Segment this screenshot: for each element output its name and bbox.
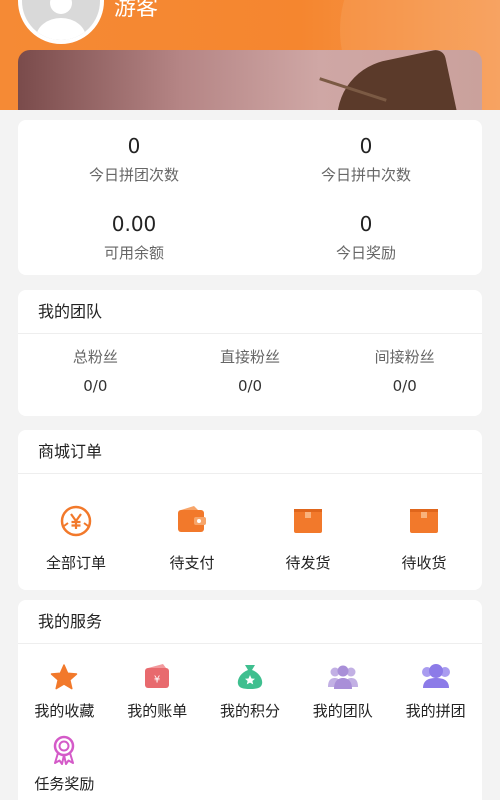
stat-balance[interactable]: 0.00 可用余额 bbox=[18, 212, 250, 263]
team-col-value: 0/0 bbox=[392, 377, 417, 395]
service-bills-button[interactable]: ¥ 我的账单 bbox=[111, 662, 204, 721]
username: 游客 bbox=[114, 0, 159, 21]
stats-card: 0 今日拼团次数 0 今日拼中次数 0.00 可用余额 0 今日奖励 bbox=[18, 120, 482, 275]
stat-label: 今日拼团次数 bbox=[88, 166, 179, 184]
box-icon bbox=[294, 509, 322, 533]
service-label: 我的团队 bbox=[312, 702, 373, 720]
team-card: 我的团队 总粉丝 0/0 直接粉丝 0/0 间接粉丝 0/0 bbox=[18, 290, 482, 416]
team-col-label: 间接粉丝 bbox=[374, 348, 435, 366]
service-label: 我的拼团 bbox=[405, 702, 466, 720]
box-icon bbox=[410, 509, 438, 533]
service-team-button[interactable]: 我的团队 bbox=[296, 662, 389, 721]
order-pending-receipt-button[interactable]: 待收货 bbox=[366, 504, 482, 573]
services-title: 我的服务 bbox=[18, 600, 482, 644]
star-icon bbox=[51, 664, 78, 690]
wallet-icon bbox=[178, 506, 206, 532]
stat-group-times[interactable]: 0 今日拼团次数 bbox=[18, 134, 250, 185]
stat-win-times[interactable]: 0 今日拼中次数 bbox=[250, 134, 482, 185]
money-bag-icon bbox=[237, 665, 263, 689]
team-col-label: 总粉丝 bbox=[72, 348, 118, 366]
orders-card: 商城订单 全部订单 待支付 待发货 待收货 bbox=[18, 430, 482, 590]
order-label: 待发货 bbox=[285, 554, 331, 572]
order-label: 待收货 bbox=[401, 554, 447, 572]
service-label: 我的积分 bbox=[219, 702, 280, 720]
order-label: 全部订单 bbox=[45, 554, 106, 572]
group-icon bbox=[327, 665, 358, 689]
svg-text:¥: ¥ bbox=[154, 675, 160, 686]
team-total-fans[interactable]: 总粉丝 0/0 bbox=[18, 346, 173, 395]
order-pending-payment-button[interactable]: 待支付 bbox=[134, 504, 250, 573]
service-label: 我的账单 bbox=[127, 702, 188, 720]
orders-title: 商城订单 bbox=[18, 430, 482, 474]
service-favorites-button[interactable]: 我的收藏 bbox=[18, 662, 111, 721]
order-label: 待支付 bbox=[169, 554, 215, 572]
service-points-button[interactable]: 我的积分 bbox=[204, 662, 297, 721]
service-label: 任务奖励 bbox=[34, 775, 95, 793]
team-direct-fans[interactable]: 直接粉丝 0/0 bbox=[173, 346, 328, 395]
team-col-value: 0/0 bbox=[237, 377, 263, 395]
team-col-label: 直接粉丝 bbox=[220, 348, 281, 366]
stat-value: 0 bbox=[359, 134, 373, 158]
stat-label: 今日奖励 bbox=[335, 244, 396, 262]
medal-icon bbox=[54, 735, 75, 765]
order-all-button[interactable]: 全部订单 bbox=[18, 504, 134, 573]
banner-image[interactable] bbox=[18, 50, 482, 110]
avatar[interactable] bbox=[18, 0, 104, 44]
services-card: 我的服务 我的收藏 ¥ 我的账单 我的积分 我的团队 我的拼团 任务奖励 bbox=[18, 600, 482, 800]
service-task-reward-button[interactable]: 任务奖励 bbox=[18, 735, 111, 794]
stat-value: 0 bbox=[127, 134, 141, 158]
bill-icon: ¥ bbox=[145, 664, 170, 688]
team-icon bbox=[421, 664, 450, 688]
order-pending-shipment-button[interactable]: 待发货 bbox=[250, 504, 366, 573]
service-group-buy-button[interactable]: 我的拼团 bbox=[389, 662, 482, 721]
stat-value: 0.00 bbox=[111, 212, 157, 236]
team-indirect-fans[interactable]: 间接粉丝 0/0 bbox=[327, 346, 482, 395]
team-col-value: 0/0 bbox=[83, 377, 108, 395]
team-title: 我的团队 bbox=[18, 290, 482, 334]
banner-shape bbox=[326, 50, 458, 110]
stat-label: 今日拼中次数 bbox=[320, 166, 411, 184]
avatar-body-shape bbox=[36, 18, 86, 40]
avatar-head-shape bbox=[50, 0, 72, 14]
yen-coin-icon bbox=[60, 505, 92, 537]
stat-value: 0 bbox=[359, 212, 373, 236]
stat-reward[interactable]: 0 今日奖励 bbox=[250, 212, 482, 263]
service-label: 我的收藏 bbox=[34, 702, 95, 720]
stat-label: 可用余额 bbox=[103, 244, 164, 262]
